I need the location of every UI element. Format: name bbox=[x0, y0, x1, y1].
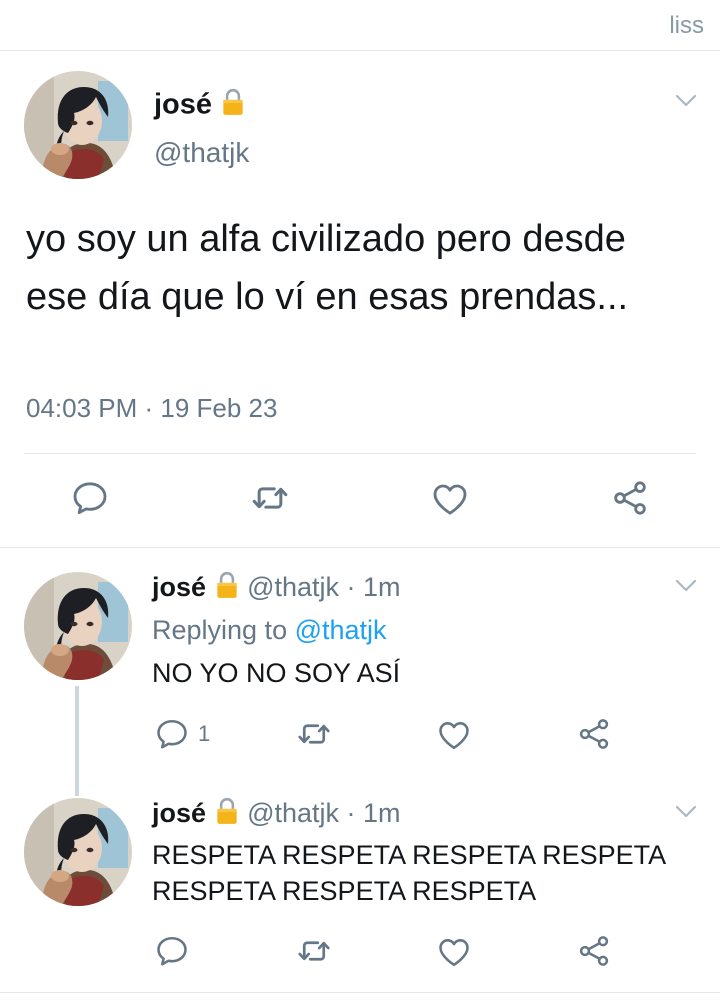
reply-time: · 1m bbox=[346, 798, 401, 829]
top-bar-label: liss bbox=[669, 12, 704, 39]
retweet-button[interactable] bbox=[296, 716, 332, 752]
reply-text: RESPETA RESPETA RESPETA RESPETA RESPETA … bbox=[152, 840, 665, 906]
like-button[interactable] bbox=[436, 934, 472, 970]
reply-icon bbox=[154, 933, 190, 969]
reply-icon bbox=[70, 478, 110, 518]
retweet-button[interactable] bbox=[250, 478, 290, 518]
lock-icon bbox=[220, 87, 246, 125]
chevron-down-icon[interactable] bbox=[674, 93, 698, 109]
replying-to-prefix: Replying to bbox=[152, 615, 288, 645]
reply-text: NO YO NO SOY ASÍ bbox=[152, 658, 401, 688]
avatar[interactable] bbox=[24, 71, 132, 179]
share-icon bbox=[576, 716, 612, 752]
replying-to-handle[interactable]: @thatjk bbox=[295, 615, 387, 645]
share-button[interactable] bbox=[610, 478, 650, 518]
reply-count: 1 bbox=[198, 721, 211, 746]
share-icon bbox=[610, 478, 650, 518]
tweet-text: yo soy un alfa civilizado pero desde ese… bbox=[26, 218, 629, 318]
divider bbox=[0, 992, 720, 993]
like-icon bbox=[430, 479, 470, 519]
reply-button[interactable] bbox=[70, 478, 110, 518]
like-button[interactable] bbox=[430, 479, 470, 519]
divider bbox=[0, 547, 720, 548]
reply-button[interactable]: 1 bbox=[154, 716, 210, 752]
tweet-timestamp[interactable]: 04:03 PM · 19 Feb 23 bbox=[26, 393, 277, 424]
like-icon bbox=[436, 934, 472, 970]
chevron-down-icon[interactable] bbox=[674, 804, 698, 820]
author-handle[interactable]: @thatjk bbox=[154, 137, 249, 169]
reply-avatar[interactable] bbox=[24, 798, 132, 906]
reply-author-name[interactable]: josé bbox=[152, 572, 206, 602]
author-name[interactable]: josé bbox=[154, 89, 212, 121]
like-button[interactable] bbox=[436, 717, 472, 753]
reply-author-name[interactable]: josé bbox=[152, 798, 206, 828]
retweet-button[interactable] bbox=[296, 933, 332, 969]
reply-icon bbox=[154, 716, 190, 752]
share-button[interactable] bbox=[576, 933, 612, 969]
retweet-icon bbox=[250, 478, 290, 518]
reply-header: josé @thatjk · 1m bbox=[152, 570, 401, 608]
top-bar: liss bbox=[0, 0, 720, 51]
reply-avatar[interactable] bbox=[24, 572, 132, 680]
like-icon bbox=[436, 717, 472, 753]
chevron-down-icon[interactable] bbox=[674, 578, 698, 594]
share-icon bbox=[576, 933, 612, 969]
replying-to: Replying to @thatjk bbox=[152, 615, 387, 646]
reply-author-handle[interactable]: @thatjk bbox=[247, 798, 339, 828]
divider bbox=[24, 453, 696, 454]
share-button[interactable] bbox=[576, 716, 612, 752]
retweet-icon bbox=[296, 716, 332, 752]
reply-header: josé @thatjk · 1m bbox=[152, 796, 401, 834]
reply-author-handle[interactable]: @thatjk bbox=[247, 572, 339, 602]
thread-line bbox=[75, 686, 79, 796]
lock-icon bbox=[214, 796, 240, 834]
lock-icon bbox=[214, 570, 240, 608]
retweet-icon bbox=[296, 933, 332, 969]
reply-button[interactable] bbox=[154, 933, 190, 969]
reply-time: · 1m bbox=[346, 572, 401, 603]
